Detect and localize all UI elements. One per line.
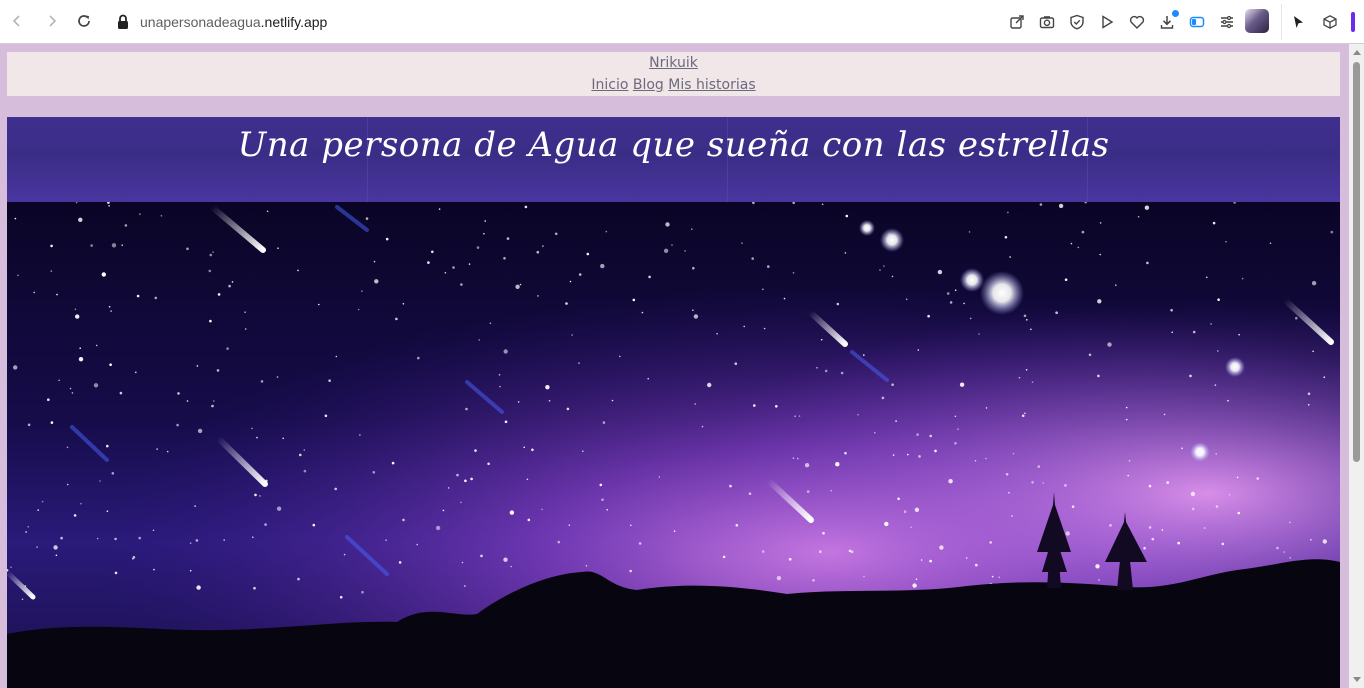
lock-icon[interactable] — [114, 11, 132, 33]
download-badge — [1172, 10, 1179, 17]
vertical-scrollbar[interactable] — [1349, 44, 1364, 688]
menu-icon[interactable] — [1215, 10, 1239, 34]
browser-toolbar: unapersonadeagua.netlify.app — [0, 0, 1364, 44]
scroll-up-icon[interactable] — [1353, 50, 1361, 55]
scroll-down-icon[interactable] — [1353, 677, 1361, 682]
title-banner: Una persona de Agua que sueña con las es… — [7, 117, 1340, 202]
address-bar[interactable]: unapersonadeagua.netlify.app — [140, 11, 327, 33]
url-host-prefix: unapersonadeagua — [140, 14, 261, 30]
shield-icon[interactable] — [1065, 10, 1089, 34]
brand-link[interactable]: Nrikuik — [649, 55, 698, 71]
forward-icon[interactable] — [38, 7, 66, 35]
reload-icon[interactable] — [70, 7, 98, 35]
sidebar-icon[interactable] — [1185, 10, 1209, 34]
top-navigation: Nrikuik Inicio Blog Mis historias — [7, 52, 1340, 96]
site-title: Una persona de Agua que sueña con las es… — [237, 125, 1110, 165]
scrollbar-thumb[interactable] — [1353, 62, 1360, 462]
sidebar-indicator — [1351, 12, 1355, 32]
cursor-icon[interactable] — [1286, 10, 1310, 34]
camera-icon[interactable] — [1035, 10, 1059, 34]
nav-link-blog[interactable]: Blog — [633, 77, 664, 93]
hero-night-sky-image — [7, 202, 1340, 688]
url-host: .netlify.app — [260, 14, 328, 30]
toolbar-divider — [1281, 4, 1282, 40]
play-icon[interactable] — [1095, 10, 1119, 34]
nav-link-inicio[interactable]: Inicio — [591, 77, 628, 93]
back-icon[interactable] — [3, 7, 31, 35]
heart-icon[interactable] — [1125, 10, 1149, 34]
nav-link-mis-historias[interactable]: Mis historias — [668, 77, 755, 93]
cube-icon[interactable] — [1318, 10, 1342, 34]
page-viewport: Nrikuik Inicio Blog Mis historias Una pe… — [0, 44, 1349, 688]
share-icon[interactable] — [1005, 10, 1029, 34]
avatar[interactable] — [1245, 9, 1269, 33]
